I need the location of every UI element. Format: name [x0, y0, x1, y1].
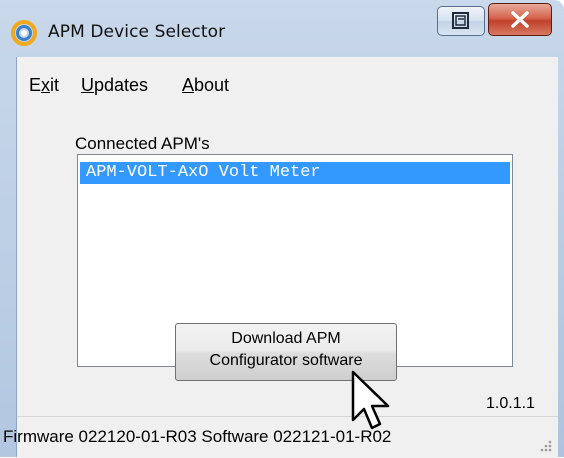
resize-grip-icon[interactable] — [537, 437, 553, 453]
window-left-border — [0, 55, 16, 457]
mouse-pointer-icon — [351, 370, 390, 430]
download-button-line2: Configurator software — [209, 352, 363, 369]
window-title: APM Device Selector — [48, 22, 226, 42]
status-text: Firmware 022120-01-R03 Software 022121-0… — [3, 427, 392, 446]
app-window: APM Device Selector Exit Updates About C… — [0, 0, 564, 458]
download-button-line1: Download APM — [231, 330, 341, 347]
menu-updates[interactable]: Updates — [81, 75, 148, 96]
app-logo-icon — [11, 20, 37, 46]
status-bar: Firmware 022120-01-R03 Software 022121-0… — [3, 416, 558, 458]
version-label: 1.0.1.1 — [486, 395, 535, 412]
menu-exit-accel: x — [41, 75, 51, 95]
client-area: Exit Updates About Connected APM's APM-V… — [3, 57, 558, 458]
restore-button[interactable] — [437, 6, 485, 36]
close-button[interactable] — [488, 3, 552, 36]
connected-apms-label: Connected APM's — [75, 134, 210, 153]
menu-exit-label-1: E — [29, 75, 42, 95]
menu-about[interactable]: About — [182, 75, 229, 96]
menu-about-accel: A — [182, 75, 195, 95]
close-icon — [511, 11, 529, 28]
menu-about-label: bout — [194, 75, 230, 95]
title-bar[interactable]: APM Device Selector — [0, 0, 564, 55]
restore-icon — [452, 12, 469, 29]
menu-bar: Exit Updates About — [17, 57, 558, 107]
menu-exit-label-2: it — [50, 75, 60, 95]
list-item[interactable]: APM-VOLT-AxO Volt Meter — [80, 162, 510, 184]
menu-updates-label: pdates — [94, 75, 149, 95]
menu-updates-accel: U — [81, 75, 94, 95]
menu-exit[interactable]: Exit — [29, 75, 59, 96]
